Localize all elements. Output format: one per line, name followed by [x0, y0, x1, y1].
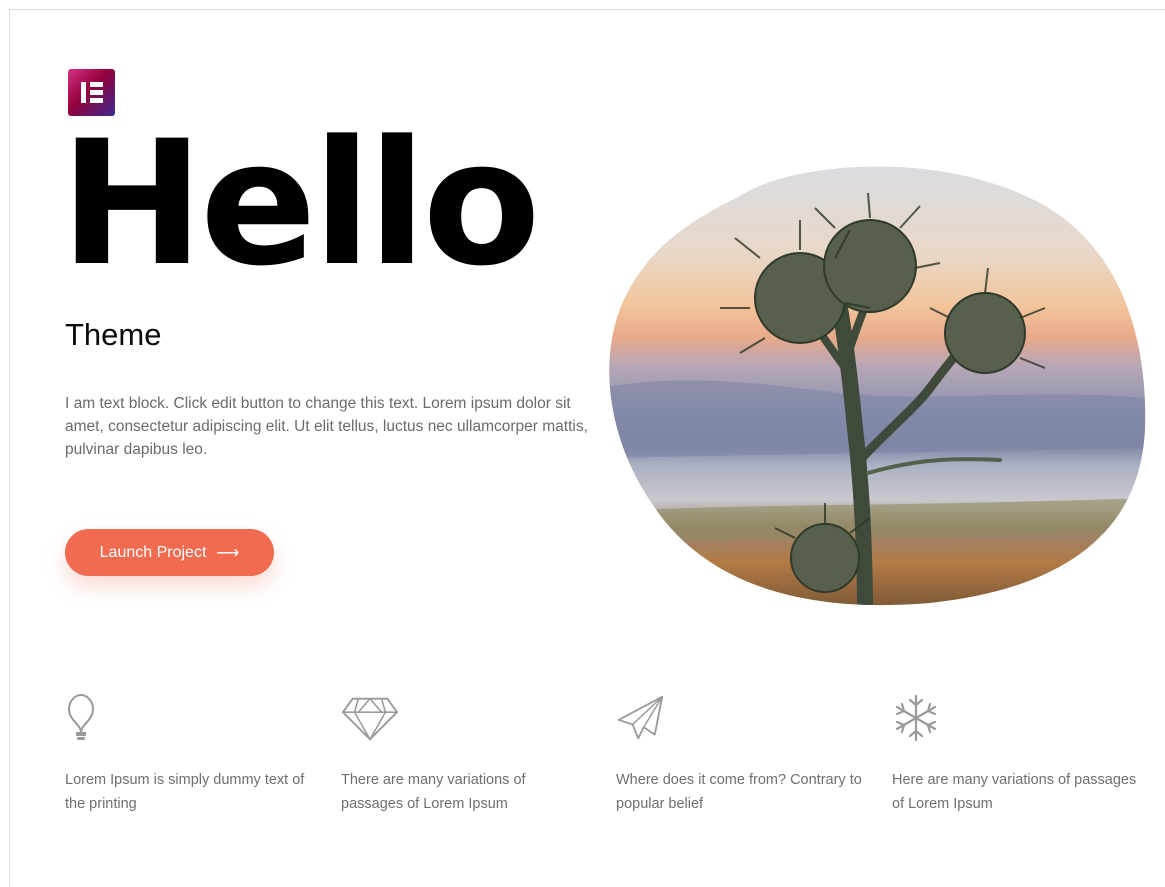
paper-plane-icon	[617, 695, 664, 740]
hero-text-block: I am text block. Click edit button to ch…	[65, 395, 588, 458]
feature-text: Lorem Ipsum is simply dummy text of the …	[65, 772, 305, 812]
launch-project-button[interactable]: Launch Project ⟶	[65, 529, 274, 576]
diamond-icon	[341, 697, 399, 741]
feature-text: Where does it come from? Contrary to pop…	[616, 772, 862, 812]
hero-cactus-image	[609, 166, 1146, 606]
hero-subheading: Theme	[65, 317, 162, 352]
hero-heading: Hello	[60, 103, 541, 304]
snowflake-icon	[895, 694, 937, 742]
feature-text: There are many variations of passages of…	[341, 772, 526, 812]
arrow-right-icon: ⟶	[216, 544, 240, 562]
feature-text: Here are many variations of passages of …	[892, 772, 1137, 812]
launch-project-label: Launch Project	[99, 543, 207, 561]
lightbulb-icon	[67, 693, 95, 740]
